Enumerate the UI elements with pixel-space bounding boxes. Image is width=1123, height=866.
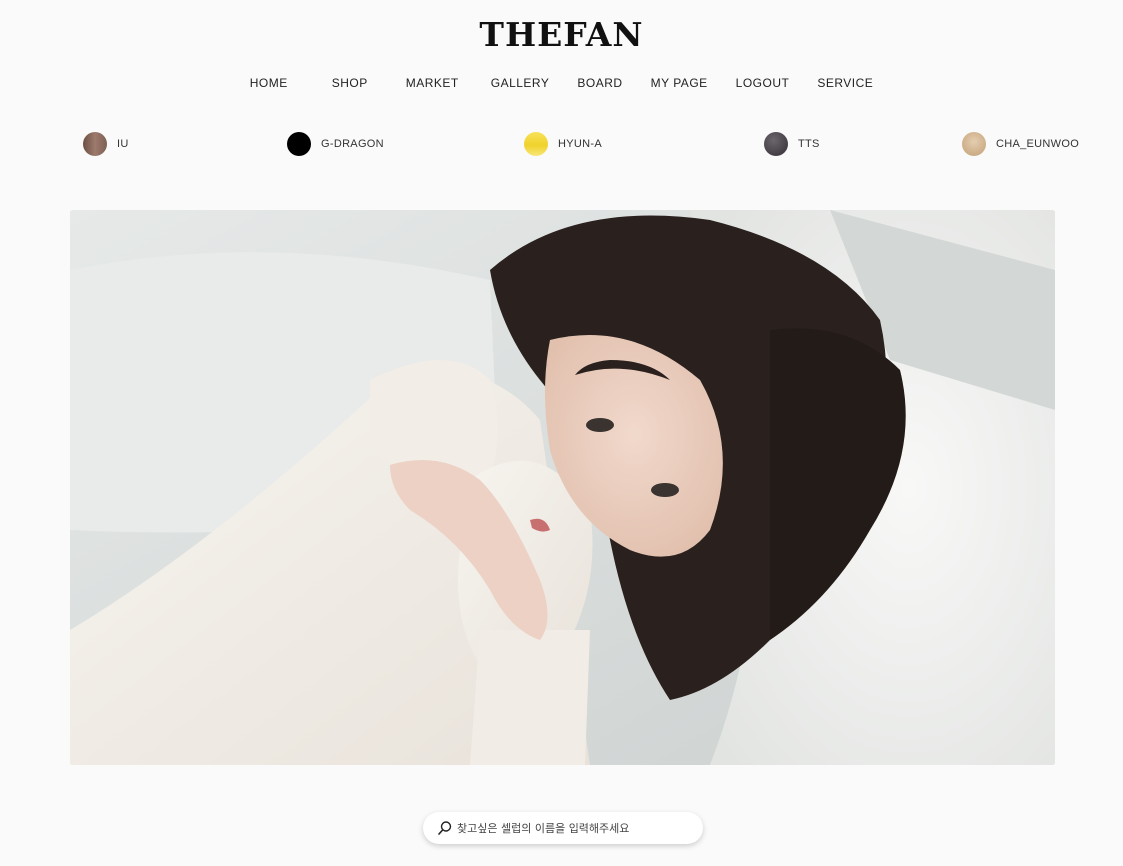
celeb-label: IU <box>117 138 129 150</box>
celeb-item-g-dragon[interactable]: G-DRAGON <box>287 132 384 156</box>
avatar-hyun-a <box>524 132 548 156</box>
page: THEFAN HOME SHOP MARKET GALLERY BOARD MY… <box>0 0 1123 866</box>
avatar-g-dragon <box>287 132 311 156</box>
celeb-label: TTS <box>798 138 820 150</box>
celeb-label: G-DRAGON <box>321 138 384 150</box>
nav-logout[interactable]: LOGOUT <box>722 74 804 92</box>
site-logo[interactable]: THEFAN <box>0 14 1123 56</box>
celeb-item-tts[interactable]: TTS <box>764 132 820 156</box>
nav-home[interactable]: HOME <box>236 74 312 92</box>
celeb-item-hyun-a[interactable]: HYUN-A <box>524 132 602 156</box>
hero-photo[interactable] <box>70 210 1055 765</box>
celeb-label: CHA_EUNWOO <box>996 138 1080 150</box>
search-icon <box>437 820 453 836</box>
avatar-tts <box>764 132 788 156</box>
celeb-item-iu[interactable]: IU <box>83 132 129 156</box>
avatar-iu <box>83 132 107 156</box>
nav-gallery[interactable]: GALLERY <box>477 74 564 92</box>
nav-board[interactable]: BOARD <box>563 74 636 92</box>
avatar-cha-eunwoo <box>962 132 986 156</box>
main-nav: HOME SHOP MARKET GALLERY BOARD MY PAGE L… <box>0 74 1123 92</box>
celeb-item-cha-eunwoo[interactable]: CHA_EUNWOO <box>962 132 1079 156</box>
celeb-label: HYUN-A <box>558 138 602 150</box>
nav-my-page[interactable]: MY PAGE <box>637 74 722 92</box>
nav-shop[interactable]: SHOP <box>312 74 388 92</box>
hero-photo-image <box>70 210 1055 765</box>
search-bar[interactable] <box>423 812 703 844</box>
celeb-list: IU G-DRAGON HYUN-A TTS CHA_EUNWOO <box>0 132 1123 160</box>
nav-service[interactable]: SERVICE <box>803 74 887 92</box>
nav-market[interactable]: MARKET <box>388 74 477 92</box>
search-input[interactable] <box>457 821 687 835</box>
